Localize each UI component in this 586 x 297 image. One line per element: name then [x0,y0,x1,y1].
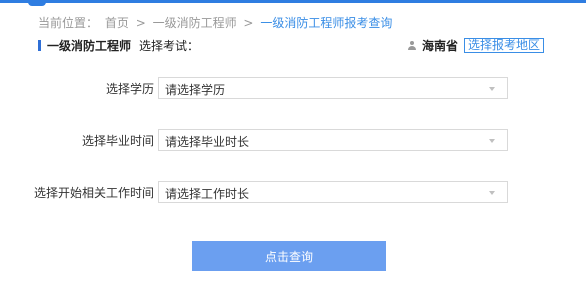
education-select-value: 请选择学历 [165,83,226,97]
graduation-select-value: 请选择毕业时长 [165,135,250,149]
person-icon [407,40,416,51]
query-button[interactable]: 点击查询 [192,241,386,271]
education-select[interactable]: 请选择学历 [158,77,508,99]
province-name: 海南省 [421,39,458,53]
top-accent-bar [0,0,586,3]
breadcrumb-category-link[interactable]: 一级消防工程师 [153,16,237,30]
top-accent-tab [28,0,46,6]
work-start-row: 选择开始相关工作时间 请选择工作时长 [0,181,586,203]
exam-heading: 一级消防工程师 选择考试： 海南省 选择报考地区 [38,37,544,55]
graduation-select[interactable]: 请选择毕业时长 [158,129,508,151]
graduation-label: 选择毕业时间 [81,134,154,148]
exam-select-label: 选择考试： [139,39,200,53]
heading-accent-bar [38,40,41,51]
chevron-down-icon [489,191,495,195]
breadcrumb-prefix: 当前位置： [38,16,99,30]
chevron-down-icon [489,87,495,91]
breadcrumb-separator: > [243,16,254,30]
chevron-down-icon [489,139,495,143]
breadcrumb-home-link[interactable]: 首页 [105,16,129,30]
graduation-row: 选择毕业时间 请选择毕业时长 [0,129,586,151]
exam-title: 一级消防工程师 [47,39,132,53]
work-start-select[interactable]: 请选择工作时长 [158,181,508,203]
breadcrumb: 当前位置： 首页 > 一级消防工程师 > 一级消防工程师报考查询 [38,14,395,31]
breadcrumb-current[interactable]: 一级消防工程师报考查询 [260,16,392,30]
work-start-label: 选择开始相关工作时间 [33,186,154,200]
region-selector: 海南省 选择报考地区 [407,37,544,54]
education-row: 选择学历 请选择学历 [0,77,586,99]
change-region-link[interactable]: 选择报考地区 [463,38,544,53]
education-label: 选择学历 [105,82,154,96]
breadcrumb-separator: > [135,16,146,30]
work-start-select-value: 请选择工作时长 [165,187,250,201]
